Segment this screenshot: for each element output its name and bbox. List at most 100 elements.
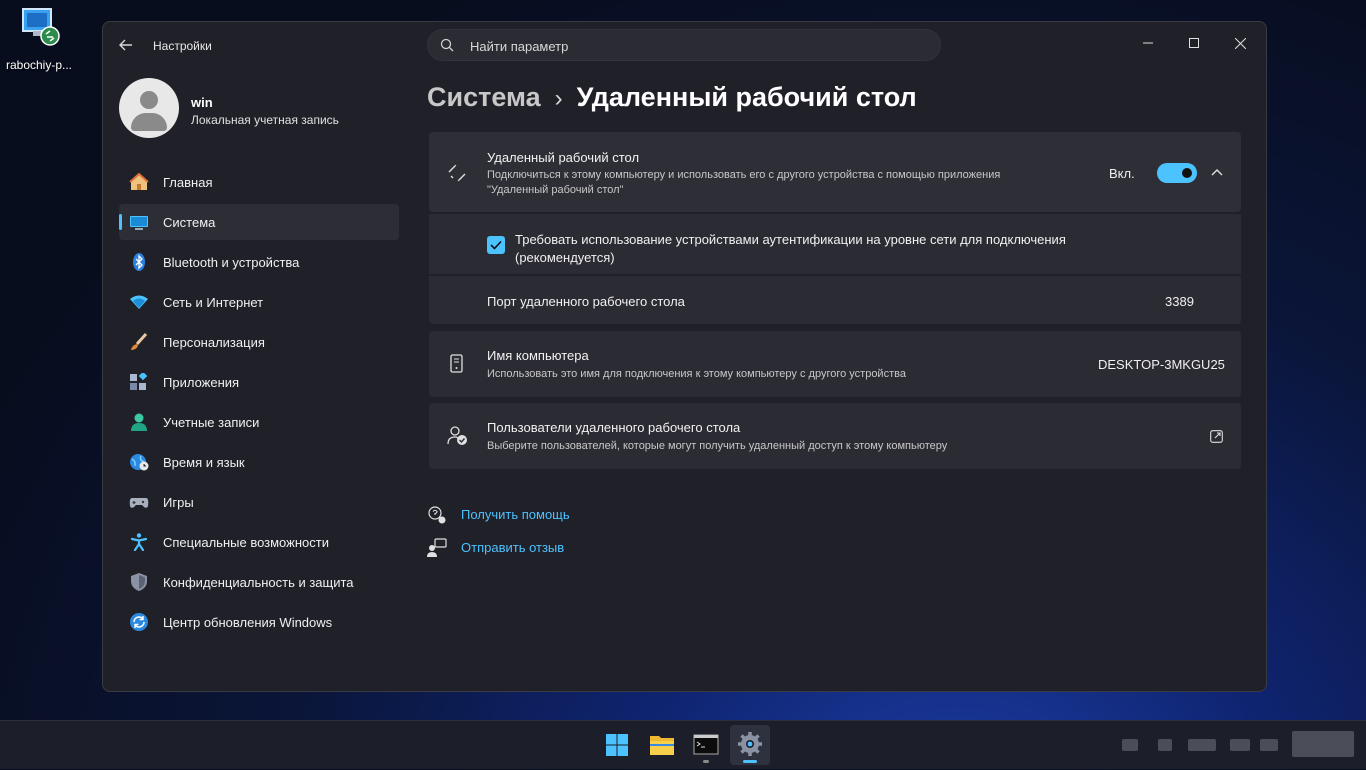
sidebar-item-label: Конфиденциальность и защита <box>163 575 354 590</box>
rdp-description: Подключиться к этому компьютеру и исполь… <box>487 168 1087 198</box>
sidebar-item-label: Bluetooth и устройства <box>163 255 300 270</box>
sidebar-item-privacy[interactable]: Конфиденциальность и защита <box>119 564 399 600</box>
gear-icon <box>738 732 762 756</box>
close-icon <box>1234 37 1246 49</box>
gamepad-icon <box>129 493 149 511</box>
account-type: Локальная учетная запись <box>191 113 339 127</box>
sidebar-item-label: Специальные возможности <box>163 535 329 550</box>
terminal-icon <box>693 734 719 755</box>
rdp-port-row: Порт удаленного рабочего стола 3389 <box>429 276 1241 324</box>
close-button[interactable] <box>1217 28 1263 58</box>
avatar[interactable] <box>119 78 179 138</box>
tray-icon[interactable] <box>1188 739 1216 751</box>
brush-icon <box>129 332 149 351</box>
users-check-icon <box>447 426 467 446</box>
pc-name-description: Использовать это имя для подключения к э… <box>487 368 906 380</box>
sidebar-item-accounts[interactable]: Учетные записи <box>119 404 399 440</box>
open-external-icon <box>1210 430 1223 443</box>
nla-checkbox[interactable] <box>487 236 505 254</box>
tray-icon[interactable] <box>1122 739 1138 751</box>
active-indicator <box>743 760 757 763</box>
chevron-up-icon[interactable] <box>1211 166 1223 178</box>
checkmark-icon <box>490 240 502 250</box>
minimize-button[interactable] <box>1125 28 1171 58</box>
sidebar-item-time-language[interactable]: Время и язык <box>119 444 399 480</box>
rdp-port-value: 3389 <box>1165 294 1194 309</box>
taskbar-terminal[interactable] <box>686 725 726 765</box>
breadcrumb-separator: › <box>554 85 563 112</box>
avatar-body <box>131 113 167 131</box>
tray-clock[interactable] <box>1292 731 1354 757</box>
minimize-icon <box>1143 42 1153 44</box>
rdp-users-title: Пользователи удаленного рабочего стола <box>487 420 741 435</box>
sidebar-item-network[interactable]: Сеть и Интернет <box>119 284 399 320</box>
rdp-port-label: Порт удаленного рабочего стола <box>487 294 685 309</box>
rdp-description-line2: "Удаленный рабочий стол" <box>487 184 624 196</box>
sidebar-item-apps[interactable]: Приложения <box>119 364 399 400</box>
avatar-head <box>140 91 158 109</box>
window-title: Настройки <box>153 39 212 53</box>
search-input[interactable] <box>468 30 922 62</box>
accessibility-icon <box>129 533 149 552</box>
monitor-icon <box>129 213 149 231</box>
search-box[interactable] <box>427 29 941 62</box>
rdp-users-card[interactable]: Пользователи удаленного рабочего стола В… <box>429 403 1241 469</box>
settings-window: Настройки win Локальная учетная запись Г… <box>102 21 1267 692</box>
remote-desktop-icon <box>447 162 467 182</box>
folder-icon <box>650 736 674 755</box>
breadcrumb: Система › Удаленный рабочий стол <box>427 82 917 113</box>
back-arrow-icon[interactable] <box>119 38 135 54</box>
maximize-icon <box>1189 38 1199 48</box>
apps-icon <box>129 371 149 391</box>
sidebar-nav: Главная Система Bluetooth и устройства С… <box>119 164 399 644</box>
sidebar-item-label: Игры <box>163 495 194 510</box>
rdp-description-line1: Подключиться к этому компьютеру и исполь… <box>487 169 1001 181</box>
sidebar-item-label: Центр обновления Windows <box>163 615 333 630</box>
pc-name-title: Имя компьютера <box>487 348 589 363</box>
start-button[interactable] <box>597 725 637 765</box>
rdp-title: Удаленный рабочий стол <box>487 150 640 165</box>
person-icon <box>129 413 149 431</box>
tray-icon[interactable] <box>1260 739 1278 751</box>
toggle-knob <box>1182 168 1192 178</box>
tray-icon[interactable] <box>1158 739 1172 751</box>
sidebar-item-gaming[interactable]: Игры <box>119 484 399 520</box>
get-help-text[interactable]: Получить помощь <box>461 507 570 522</box>
pc-name-value: DESKTOP-3MKGU25 <box>1098 357 1225 372</box>
feedback-icon <box>427 538 447 558</box>
nla-row: Требовать использование устройствами аут… <box>429 214 1241 274</box>
shield-icon <box>129 573 149 591</box>
sidebar-item-label: Сеть и Интернет <box>163 295 264 310</box>
rdp-toggle-card[interactable]: Удаленный рабочий стол Подключиться к эт… <box>429 132 1241 212</box>
sidebar-item-system[interactable]: Система <box>119 204 399 240</box>
send-feedback-text[interactable]: Отправить отзыв <box>461 540 564 555</box>
sidebar-item-personalization[interactable]: Персонализация <box>119 324 399 360</box>
nla-label-line2: (рекомендуется) <box>515 250 615 265</box>
rdp-toggle-switch[interactable] <box>1157 163 1197 183</box>
desktop-rdp-shortcut[interactable]: rabochiy-p... <box>4 6 74 72</box>
help-chat-icon <box>427 505 447 525</box>
tray-icon[interactable] <box>1230 739 1250 751</box>
pc-name-card: Имя компьютера Использовать это имя для … <box>429 331 1241 397</box>
sidebar-item-label: Учетные записи <box>163 415 260 430</box>
search-icon <box>440 38 454 52</box>
remote-desktop-shortcut-icon <box>17 6 61 46</box>
globe-clock-icon <box>129 453 149 471</box>
taskbar-settings[interactable] <box>730 725 770 765</box>
nla-label-line1: Требовать использование устройствами аут… <box>515 232 1066 247</box>
sidebar-item-windows-update[interactable]: Центр обновления Windows <box>119 604 399 640</box>
sidebar-item-home[interactable]: Главная <box>119 164 399 200</box>
windows-logo-icon <box>606 734 628 756</box>
sidebar-item-bluetooth[interactable]: Bluetooth и устройства <box>119 244 399 280</box>
page-title: Удаленный рабочий стол <box>576 82 917 112</box>
taskbar-file-explorer[interactable] <box>642 725 682 765</box>
pc-tower-icon <box>447 354 467 374</box>
breadcrumb-parent[interactable]: Система <box>427 82 541 112</box>
taskbar <box>0 720 1366 769</box>
maximize-button[interactable] <box>1171 28 1217 58</box>
desktop-icon-label: rabochiy-p... <box>5 58 73 72</box>
sidebar-item-label: Приложения <box>163 375 240 390</box>
sidebar-item-label: Время и язык <box>163 455 245 470</box>
sidebar-item-label: Главная <box>163 175 213 190</box>
sidebar-item-accessibility[interactable]: Специальные возможности <box>119 524 399 560</box>
